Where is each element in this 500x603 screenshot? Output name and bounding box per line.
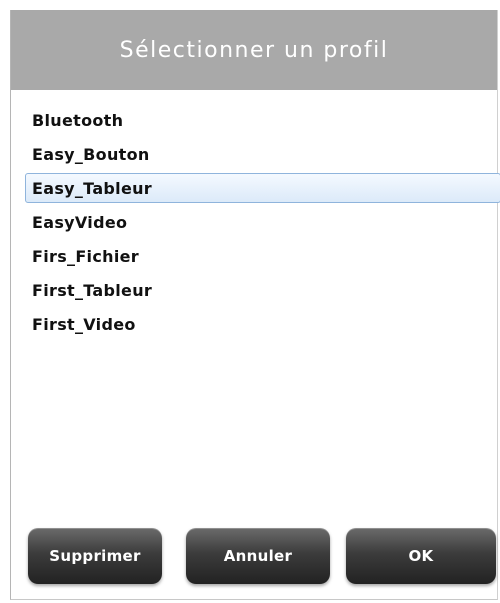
dialog-button-row: Supprimer Annuler OK xyxy=(28,528,496,586)
profile-item-firs-fichier[interactable]: Firs_Fichier xyxy=(25,241,500,271)
profile-item-first-video[interactable]: First_Video xyxy=(25,309,500,339)
profile-item-bluetooth[interactable]: Bluetooth xyxy=(25,105,500,135)
profile-item-easy-bouton[interactable]: Easy_Bouton xyxy=(25,139,500,169)
delete-button[interactable]: Supprimer xyxy=(28,528,162,584)
ok-button[interactable]: OK xyxy=(346,528,496,584)
profile-select-dialog: Sélectionner un profil Bluetooth Easy_Bo… xyxy=(10,10,500,600)
dialog-title: Sélectionner un profil xyxy=(119,37,389,63)
profile-list: Bluetooth Easy_Bouton Easy_Tableur EasyV… xyxy=(25,105,500,343)
profile-item-first-tableur[interactable]: First_Tableur xyxy=(25,275,500,305)
cancel-button[interactable]: Annuler xyxy=(186,528,330,584)
profile-item-easy-tableur[interactable]: Easy_Tableur xyxy=(25,173,500,203)
profile-item-easyvideo[interactable]: EasyVideo xyxy=(25,207,500,237)
dialog-title-bar: Sélectionner un profil xyxy=(11,10,497,90)
